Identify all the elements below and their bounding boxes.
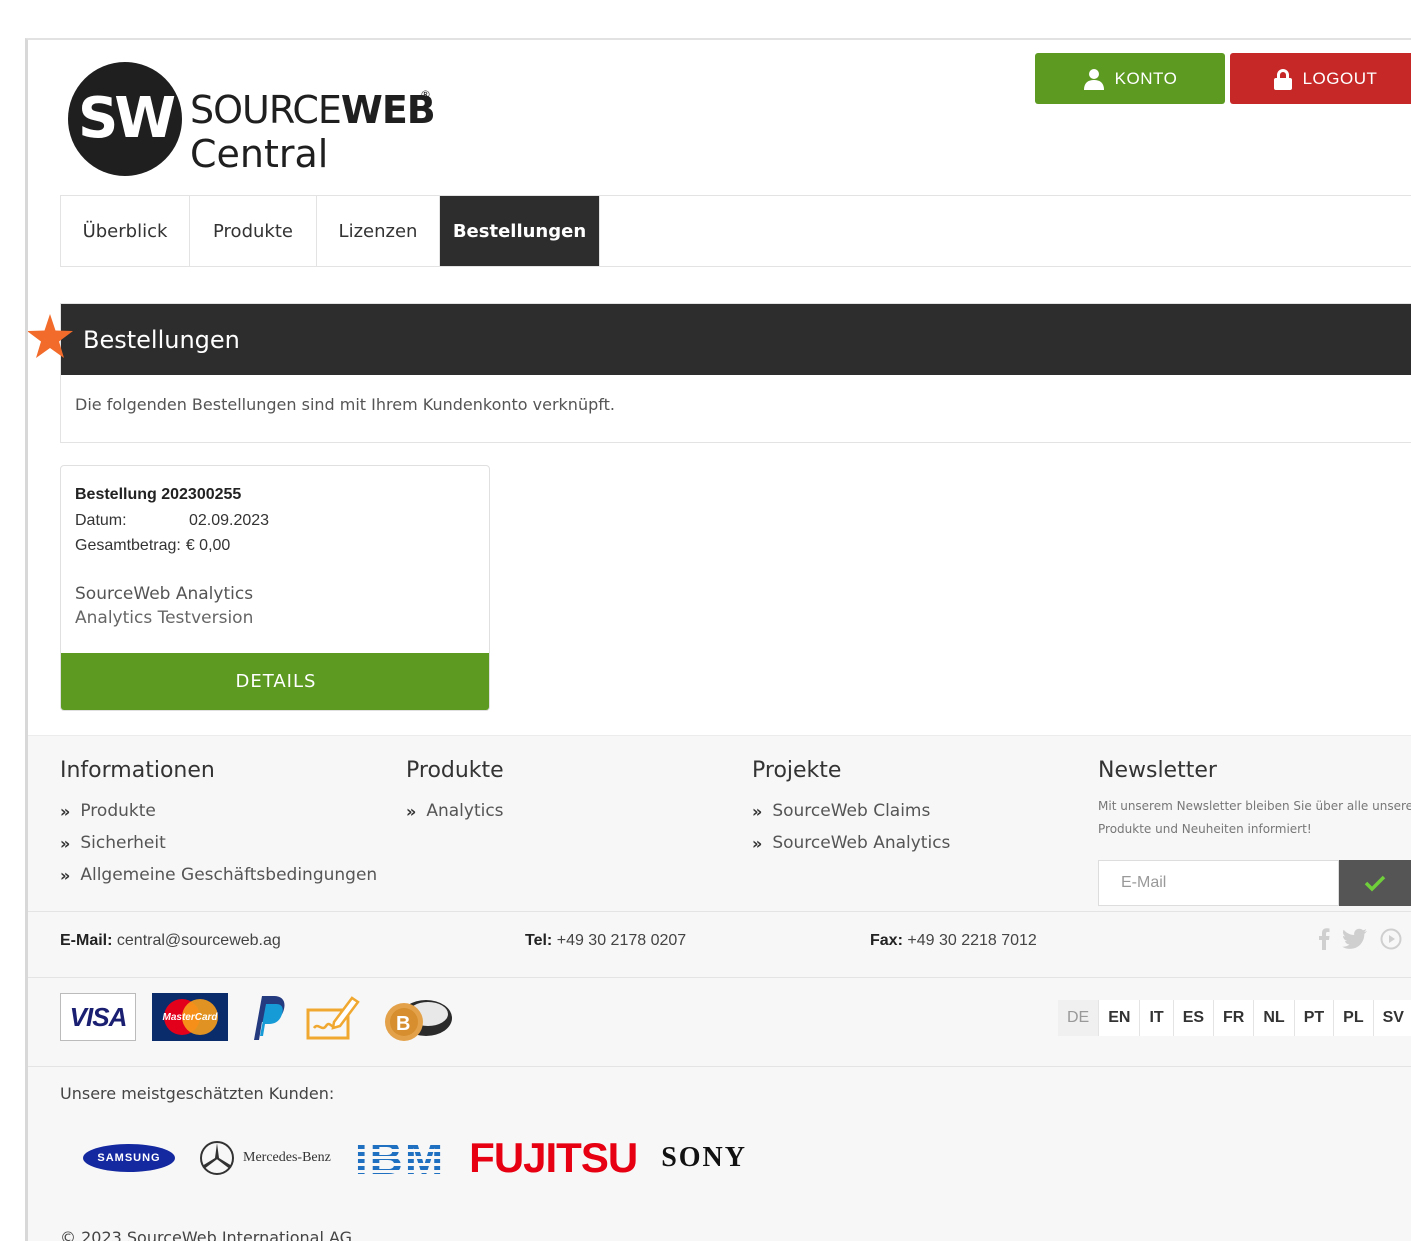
sony-logo: SONY: [661, 1142, 747, 1173]
newsletter-heading: Newsletter: [1098, 758, 1217, 783]
footer-link-analytics[interactable]: » Analytics: [406, 795, 504, 827]
language-switcher: DE EN IT ES FR NL PT PL SV: [1058, 1000, 1411, 1036]
order-date-label: Datum:: [75, 512, 127, 529]
panel-description: Die folgenden Bestellungen sind mit Ihre…: [75, 395, 615, 414]
footer-link-agb[interactable]: » Allgemeine Geschäftsbedingungen: [60, 859, 377, 891]
footer-link-sicherheit[interactable]: » Sicherheit: [60, 827, 377, 859]
facebook-icon[interactable]: [1318, 928, 1330, 950]
tab-produkte[interactable]: Produkte: [190, 196, 317, 266]
footer-link-sourceweb-claims[interactable]: » SourceWeb Claims: [752, 795, 950, 827]
order-product-variant: Analytics Testversion: [75, 608, 254, 628]
user-icon: [1083, 68, 1104, 90]
copyright: © 2023 SourceWeb International AG: [60, 1228, 353, 1241]
footer-link-produkte[interactable]: » Produkte: [60, 795, 377, 827]
social-links: [1318, 928, 1402, 950]
mercedes-star-icon: [200, 1141, 234, 1175]
logout-button[interactable]: LOGOUT: [1230, 53, 1411, 104]
customers-label: Unsere meistgeschätzten Kunden:: [60, 1084, 335, 1103]
order-title: Bestellung 202300255: [75, 486, 242, 503]
contact-fax: Fax: +49 30 2218 7012: [870, 932, 1037, 949]
logout-label: LOGOUT: [1302, 68, 1378, 88]
konto-label: KONTO: [1114, 68, 1178, 88]
payment-methods: VISA MasterCard B: [60, 992, 456, 1042]
footer-products-column: Produkte » Analytics: [406, 758, 504, 827]
logo-initials: SW: [77, 86, 176, 151]
lang-de[interactable]: DE: [1058, 1000, 1099, 1036]
lang-sv[interactable]: SV: [1372, 1000, 1411, 1036]
tab-bestellungen[interactable]: Bestellungen: [440, 196, 600, 266]
order-total-row: Gesamtbetrag: € 0,00: [75, 537, 230, 555]
order-total-label: Gesamtbetrag:: [75, 537, 181, 554]
footer-projects-column: Projekte » SourceWeb Claims » SourceWeb An…: [752, 758, 950, 859]
tab-lizenzen[interactable]: Lizenzen: [317, 196, 440, 266]
logo-wordmark: SOURCEWEB: [190, 88, 436, 132]
lang-pl[interactable]: PL: [1333, 1000, 1373, 1036]
details-button[interactable]: DETAILS: [61, 653, 489, 710]
footer-divider: [28, 1066, 1411, 1067]
footer-projects-heading: Projekte: [752, 758, 842, 783]
mastercard-logo: MasterCard: [152, 993, 228, 1041]
footer-divider: [28, 911, 1411, 912]
double-chevron-icon: »: [60, 801, 71, 821]
visa-logo: VISA: [60, 993, 136, 1041]
lang-fr[interactable]: FR: [1213, 1000, 1254, 1036]
double-chevron-icon: »: [752, 801, 763, 821]
order-product: SourceWeb Analytics: [75, 584, 254, 604]
footer-products-heading: Produkte: [406, 758, 504, 783]
lang-en[interactable]: EN: [1098, 1000, 1140, 1036]
sourceweb-logo[interactable]: SW SOURCEWEB ® Central: [68, 62, 468, 182]
double-chevron-icon: »: [60, 865, 71, 885]
bestellungen-panel: Bestellungen Die folgenden Bestellungen …: [60, 303, 1411, 443]
main-nav: Überblick Produkte Lizenzen Bestellungen: [60, 195, 1411, 267]
samsung-logo: SAMSUNG: [83, 1144, 175, 1172]
youtube-icon[interactable]: [1380, 928, 1402, 950]
newsletter-form: E-Mail: [1098, 860, 1411, 906]
order-date-row: Datum: 02.09.2023: [75, 512, 269, 530]
footer-divider: [28, 977, 1411, 978]
tab-ueberblick[interactable]: Überblick: [61, 196, 190, 266]
customer-logos: SAMSUNG Mercedes-Benz IBM FUJITSU SONY: [83, 1131, 747, 1185]
lang-it[interactable]: IT: [1139, 1000, 1173, 1036]
order-date-value: 02.09.2023: [189, 512, 270, 529]
ibm-logo: IBM: [354, 1132, 446, 1184]
newsletter-text: Mit unserem Newsletter bleiben Sie über …: [1098, 799, 1411, 836]
newsletter-submit-button[interactable]: [1339, 860, 1411, 906]
order-card: Bestellung 202300255 Datum: 02.09.2023 Ge…: [60, 465, 490, 711]
footer-info-heading: Informationen: [60, 758, 215, 783]
twitter-icon[interactable]: [1342, 928, 1368, 950]
invoice-icon: [306, 996, 360, 1040]
order-total-value: € 0,00: [185, 537, 231, 554]
footer: Informationen » Produkte » Sicherheit » All…: [28, 735, 1411, 1241]
double-chevron-icon: »: [752, 833, 763, 853]
checkmark-icon: [1364, 875, 1386, 892]
footer-link-sourceweb-analytics[interactable]: » SourceWeb Analytics: [752, 827, 950, 859]
svg-text:B: B: [396, 1013, 410, 1035]
page-frame: SW SOURCEWEB ® Central KONTO LOGOUT Über…: [25, 38, 1411, 1241]
fujitsu-logo: FUJITSU: [469, 1134, 638, 1181]
logo-registered-mark: ®: [420, 88, 431, 101]
contact-email: E-Mail: central@sourceweb.ag: [60, 932, 281, 949]
newsletter-email-input[interactable]: E-Mail: [1098, 860, 1339, 906]
star-icon: [28, 314, 73, 358]
konto-button[interactable]: KONTO: [1035, 53, 1225, 104]
lang-pt[interactable]: PT: [1293, 1000, 1334, 1036]
footer-newsletter-column: Newsletter Mit unserem Newsletter bleibe…: [1098, 758, 1411, 906]
bitcoin-icon: B: [385, 1000, 452, 1041]
footer-info-column: Informationen » Produkte » Sicherheit » All…: [60, 758, 377, 891]
logo-subtitle: Central: [190, 132, 329, 176]
contact-email-link[interactable]: central@sourceweb.ag: [117, 932, 281, 949]
lang-nl[interactable]: NL: [1253, 1000, 1294, 1036]
paypal-icon: [254, 996, 285, 1040]
lock-icon: [1273, 68, 1292, 90]
double-chevron-icon: »: [406, 801, 417, 821]
lang-es[interactable]: ES: [1172, 1000, 1214, 1036]
double-chevron-icon: »: [60, 833, 71, 853]
mercedes-benz-logo: Mercedes-Benz: [199, 1140, 331, 1176]
contact-tel: Tel: +49 30 2178 0207: [525, 932, 687, 949]
panel-title: Bestellungen: [61, 304, 1411, 375]
